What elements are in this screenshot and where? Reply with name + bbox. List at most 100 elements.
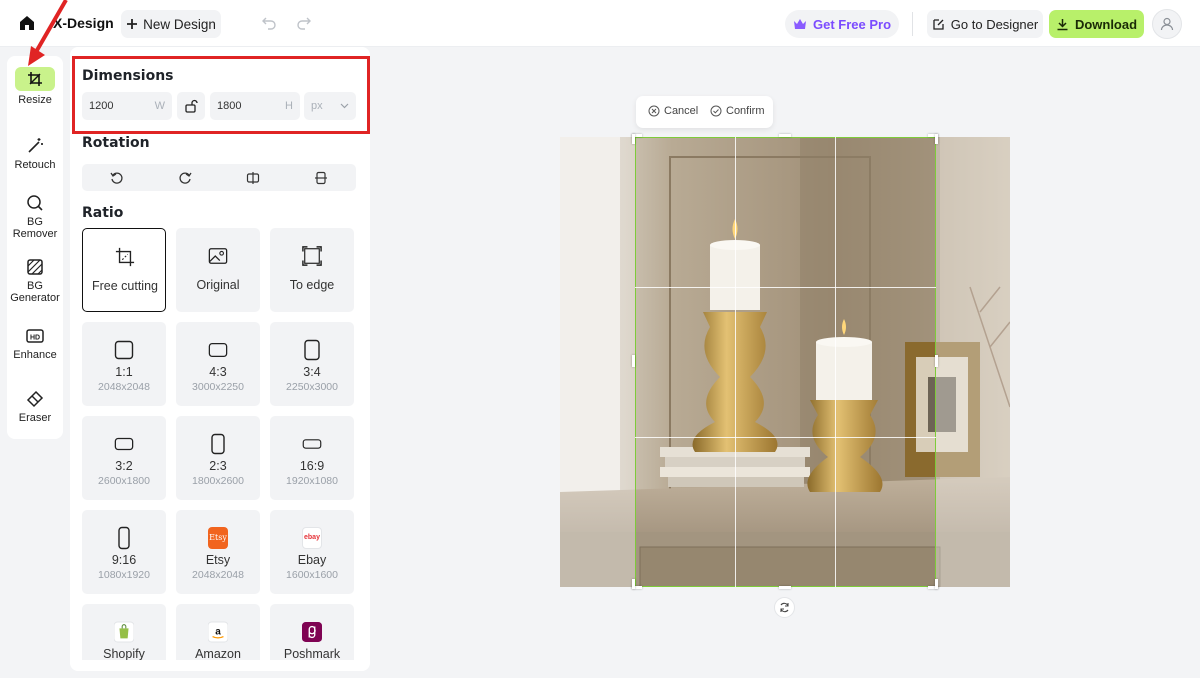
ratio-to-edge[interactable]: To edge xyxy=(270,228,354,312)
ebay-logo-icon: ebay xyxy=(302,527,322,549)
crop-handle-top-left[interactable] xyxy=(632,134,635,144)
tool-bg-generator-label: BG Generator xyxy=(10,280,60,304)
top-bar: X-Design New Design Get Free Pro Go to D… xyxy=(0,0,1200,47)
ratio-16-9[interactable]: 16:9 1920x1080 xyxy=(270,416,354,500)
download-button[interactable]: Download xyxy=(1049,10,1144,38)
tool-resize-label: Resize xyxy=(18,94,52,106)
ratio-label: Poshmark xyxy=(283,647,341,660)
ratio-size: 2600x1800 xyxy=(98,475,150,487)
ratio-label: 9:16 xyxy=(111,553,137,567)
ratio-size: 1600x1600 xyxy=(286,569,338,581)
ratio-2-3[interactable]: 2:3 1800x2600 xyxy=(176,416,260,500)
undo-icon[interactable] xyxy=(259,13,279,33)
get-free-pro-button[interactable]: Get Free Pro xyxy=(785,10,899,38)
tall-rect-icon xyxy=(114,526,134,550)
crown-icon xyxy=(793,19,806,29)
crop-mask-left xyxy=(560,137,635,587)
ratio-size: 2048x2048 xyxy=(98,381,150,393)
crop-handle-left[interactable] xyxy=(632,355,635,367)
magic-wand-icon xyxy=(28,138,43,153)
rotate-right-icon[interactable] xyxy=(175,168,195,188)
ratio-amazon[interactable]: a Amazon xyxy=(176,604,260,660)
crop-handle-top[interactable] xyxy=(779,134,791,137)
ratio-label: Free cutting xyxy=(91,279,158,293)
ratio-size: 2048x2048 xyxy=(192,569,244,581)
tool-eraser[interactable]: Eraser xyxy=(7,389,63,424)
svg-text:a: a xyxy=(215,627,221,638)
flip-horizontal-icon[interactable] xyxy=(243,168,263,188)
wide-rect-icon xyxy=(302,434,322,454)
crop-handle-bottom-left[interactable] xyxy=(632,579,635,589)
tool-bg-remover-label: BG Remover xyxy=(12,216,58,240)
download-icon xyxy=(1057,18,1068,30)
dimensions-highlight-box xyxy=(72,56,370,134)
tool-retouch[interactable]: Retouch xyxy=(7,136,63,171)
tool-bg-generator[interactable]: BG Generator xyxy=(7,257,63,304)
rotate-handle[interactable] xyxy=(774,597,795,618)
ratio-size: 1080x1920 xyxy=(98,569,150,581)
ratio-label: Ebay xyxy=(297,553,327,567)
poshmark-logo-icon xyxy=(302,622,322,642)
ratio-label: 2:3 xyxy=(209,459,227,473)
crop-handle-top-right[interactable] xyxy=(935,134,938,144)
cancel-crop-button[interactable]: Cancel xyxy=(648,105,698,117)
tool-rail xyxy=(7,56,63,439)
flip-vertical-icon[interactable] xyxy=(311,168,331,188)
confirm-crop-button[interactable]: Confirm xyxy=(710,105,765,117)
ratio-shopify[interactable]: Shopify xyxy=(82,604,166,660)
tool-enhance[interactable]: HD Enhance xyxy=(7,326,63,361)
tool-bg-remover[interactable]: BG Remover xyxy=(7,193,63,240)
crop-frame[interactable] xyxy=(635,137,936,587)
amazon-logo-icon: a xyxy=(208,621,228,643)
ratio-title: Ratio xyxy=(82,205,124,221)
ratio-3-4[interactable]: 3:4 2250x3000 xyxy=(270,322,354,406)
user-icon xyxy=(1160,17,1174,31)
cancel-label: Cancel xyxy=(664,105,699,117)
square-icon xyxy=(114,340,134,360)
ratio-size: 1920x1080 xyxy=(286,475,338,487)
ratio-poshmark[interactable]: Poshmark xyxy=(270,604,354,660)
ratio-1-1[interactable]: 1:1 2048x2048 xyxy=(82,322,166,406)
etsy-logo-icon: Etsy xyxy=(208,527,228,549)
crop-grid-line xyxy=(835,137,836,587)
ratio-label: 3:4 xyxy=(303,365,321,379)
tool-retouch-label: Retouch xyxy=(14,159,56,171)
crop-handle-bottom-right[interactable] xyxy=(935,579,938,589)
eraser-icon xyxy=(26,390,44,408)
ratio-etsy[interactable]: Etsy Etsy 2048x2048 xyxy=(176,510,260,594)
new-design-button[interactable]: New Design xyxy=(121,10,221,38)
portrait-rect-icon xyxy=(208,433,228,455)
redo-icon[interactable] xyxy=(294,13,314,33)
ratio-label: 3:2 xyxy=(115,459,133,473)
ratio-original[interactable]: Original xyxy=(176,228,260,312)
rotation-title: Rotation xyxy=(82,135,150,151)
ratio-label: Shopify xyxy=(103,647,145,660)
ratio-free-cutting[interactable]: Free cutting xyxy=(82,228,166,312)
new-design-label: New Design xyxy=(143,16,216,32)
user-avatar[interactable] xyxy=(1152,9,1182,39)
ratio-4-3[interactable]: 4:3 3000x2250 xyxy=(176,322,260,406)
crop-handle-right[interactable] xyxy=(935,355,938,367)
ratio-grid: Free cutting Original To edge 1:1 2048x2… xyxy=(70,228,370,660)
landscape-rect-icon xyxy=(208,340,228,360)
go-to-designer-button[interactable]: Go to Designer xyxy=(927,10,1043,38)
ratio-3-2[interactable]: 3:2 2600x1800 xyxy=(82,416,166,500)
crop-mask-right xyxy=(936,137,1010,587)
annotation-arrow xyxy=(28,0,68,66)
plus-icon xyxy=(127,19,138,29)
tool-enhance-label: Enhance xyxy=(13,349,57,361)
check-circle-icon xyxy=(710,105,722,117)
ratio-size: 2250x3000 xyxy=(286,381,338,393)
shopify-logo-icon xyxy=(114,621,134,643)
rotate-left-icon[interactable] xyxy=(107,168,127,188)
crop-handle-bottom[interactable] xyxy=(779,586,791,589)
ratio-ebay[interactable]: ebay Ebay 1600x1600 xyxy=(270,510,354,594)
get-pro-label: Get Free Pro xyxy=(812,16,892,32)
bg-generator-icon xyxy=(27,259,43,275)
crop-grid-line xyxy=(635,287,936,288)
landscape-rect-icon xyxy=(114,434,134,454)
ratio-9-16[interactable]: 9:16 1080x1920 xyxy=(82,510,166,594)
crop-grid-line xyxy=(635,437,936,438)
crop-toolbar: Cancel Confirm xyxy=(636,96,773,128)
ratio-label: Etsy xyxy=(205,553,231,567)
